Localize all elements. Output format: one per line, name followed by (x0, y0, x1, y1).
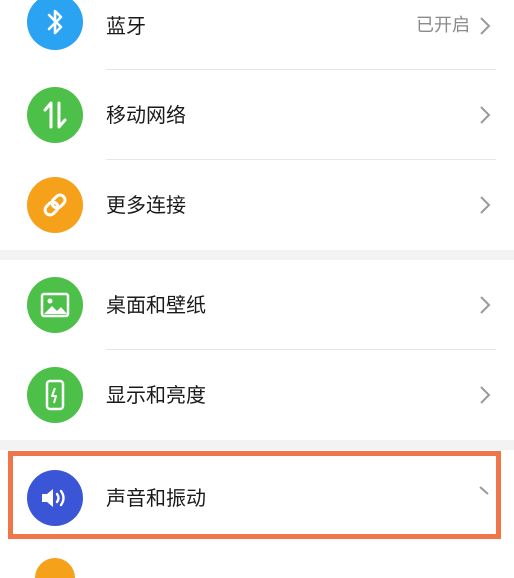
link-icon (27, 177, 83, 233)
chevron-right-icon (480, 386, 491, 404)
settings-item-wallpaper[interactable]: 桌面和壁纸 (0, 260, 514, 350)
image-icon (27, 277, 83, 333)
settings-item-mobile-network[interactable]: 移动网络 (0, 70, 514, 160)
highlight-frame (8, 451, 501, 539)
more-connections-label: 更多连接 (106, 193, 186, 217)
mobile-network-label: 移动网络 (106, 103, 186, 127)
section-gap (0, 440, 514, 450)
chevron-right-icon (480, 17, 491, 35)
display-label: 显示和亮度 (106, 383, 206, 407)
bluetooth-label: 蓝牙 (106, 14, 146, 38)
settings-item-more-connections[interactable]: 更多连接 (0, 160, 514, 250)
settings-item-next[interactable] (0, 545, 514, 578)
bluetooth-icon (27, 0, 83, 50)
mobile-data-arrows-icon (27, 87, 83, 143)
bluetooth-status: 已开启 (416, 15, 470, 36)
wallpaper-label: 桌面和壁纸 (106, 293, 206, 317)
section-gap (0, 250, 514, 260)
chevron-right-icon (480, 296, 491, 314)
chevron-right-icon (480, 106, 491, 124)
settings-item-display[interactable]: 显示和亮度 (0, 350, 514, 440)
chevron-right-icon (480, 196, 491, 214)
settings-item-bluetooth[interactable]: 蓝牙 已开启 (0, 0, 514, 70)
phone-brightness-icon (27, 367, 83, 423)
partial-icon (35, 558, 75, 578)
